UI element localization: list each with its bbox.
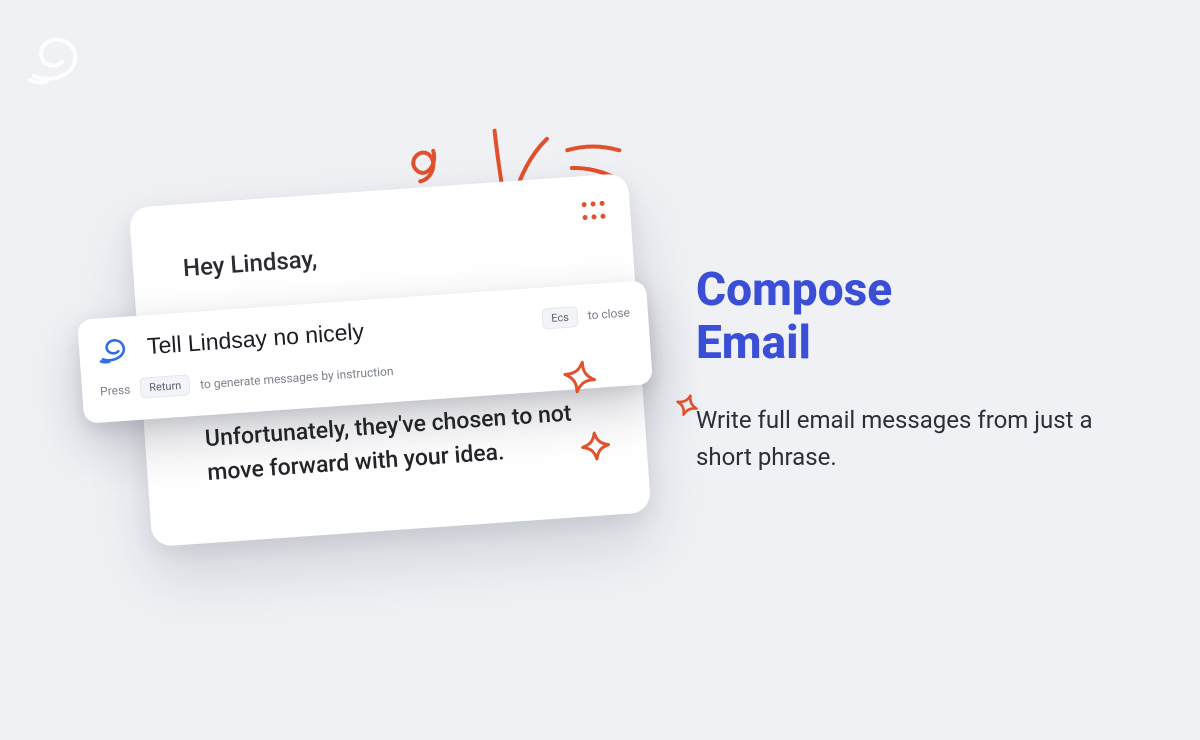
hint-suffix: to generate messages by instruction [200, 364, 394, 391]
marketing-copy: Compose Email Write full email messages … [696, 264, 1200, 476]
heading-line-1: Compose [696, 263, 892, 317]
esc-key-badge: Ecs [542, 306, 579, 329]
feature-subheading: Write full email messages from just a sh… [696, 402, 1120, 476]
close-hint: Ecs to close [542, 302, 631, 329]
feature-heading: Compose Email [696, 264, 1120, 370]
illustration-area: Hey Lindsay, Unfortunately, they've chos… [0, 0, 696, 740]
swirl-logo-icon [96, 330, 132, 366]
close-hint-label: to close [587, 305, 630, 322]
heading-line-2: Email [696, 316, 811, 370]
return-key-badge: Return [140, 374, 191, 398]
instruction-input[interactable] [144, 305, 529, 361]
drag-handle-icon[interactable] [581, 201, 604, 224]
email-greeting: Hey Lindsay, [182, 226, 587, 282]
hint-prefix: Press [100, 382, 131, 398]
